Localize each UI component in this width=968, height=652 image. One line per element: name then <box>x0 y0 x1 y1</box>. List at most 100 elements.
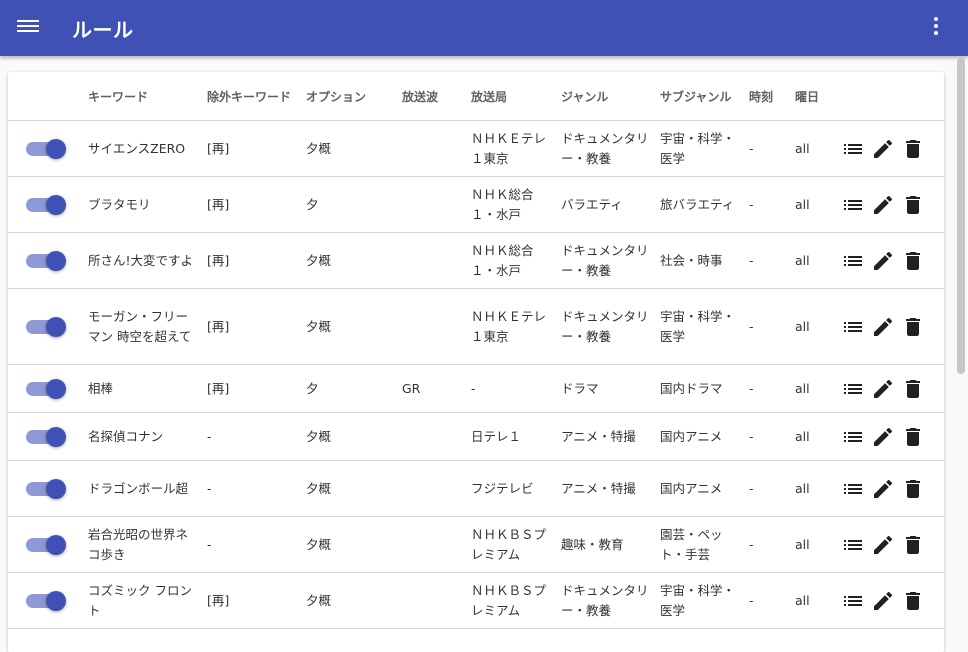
scrollbar[interactable] <box>957 58 965 374</box>
keyword-text: 相棒 <box>88 380 114 396</box>
broadcast-cell <box>402 516 471 573</box>
station-cell: ＮＨＫＥテレ１東京 <box>471 288 561 365</box>
toggle-cell <box>8 516 88 573</box>
enable-toggle[interactable] <box>26 138 66 159</box>
trash-icon[interactable] <box>901 533 925 557</box>
option-text: 夕概 <box>306 480 332 496</box>
option-cell: 夕概 <box>306 460 402 517</box>
day-cell: all <box>795 364 841 413</box>
subgenre-text: 国内アニメ <box>660 480 723 496</box>
broadcast-text: GR <box>402 380 421 396</box>
keyword-text: 名探偵コナン <box>88 428 164 444</box>
trash-icon[interactable] <box>901 249 925 273</box>
keyword-cell: 岩合光昭の世界ネコ歩き <box>88 516 207 573</box>
enable-toggle[interactable] <box>26 316 66 337</box>
keyword-cell: モーガン・フリーマン 時空を超えて <box>88 288 207 365</box>
trash-icon[interactable] <box>901 589 925 613</box>
enable-toggle[interactable] <box>26 478 66 499</box>
option-cell: 夕 <box>306 364 402 413</box>
genre-cell: アニメ・特撮 <box>561 460 660 517</box>
time-text: - <box>749 318 754 334</box>
exclude-keyword-cell: [再] <box>207 364 306 413</box>
genre-cell: ドキュメンタリー・教養 <box>561 288 660 365</box>
enable-toggle[interactable] <box>26 250 66 271</box>
genre-cell: ドキュメンタリー・教養 <box>561 120 660 177</box>
station-cell: ＮＨＫＥテレ１東京 <box>471 120 561 177</box>
col-broadcast: 放送波 <box>402 72 471 121</box>
toggle-knob <box>46 378 66 399</box>
list-icon[interactable] <box>841 193 865 217</box>
day-cell: all <box>795 572 841 629</box>
enable-toggle[interactable] <box>26 590 66 611</box>
enable-toggle[interactable] <box>26 426 66 447</box>
day-cell: all <box>795 460 841 517</box>
list-icon[interactable] <box>841 589 865 613</box>
genre-text: バラエティ <box>561 196 623 212</box>
enable-toggle[interactable] <box>26 534 66 555</box>
actions-cell <box>841 176 944 233</box>
subgenre-text: 国内アニメ <box>660 428 723 444</box>
trash-icon[interactable] <box>901 137 925 161</box>
pencil-icon[interactable] <box>871 477 895 501</box>
broadcast-cell <box>402 176 471 233</box>
time-text: - <box>749 196 754 212</box>
menu-icon[interactable] <box>17 18 39 38</box>
col-actions <box>841 72 944 121</box>
subgenre-text: 園芸・ペット・手芸 <box>660 526 723 562</box>
station-text: ＮＨＫＢＳプレミアム <box>471 582 547 618</box>
trash-icon[interactable] <box>901 425 925 449</box>
exclude-keyword-text: [再] <box>207 380 230 396</box>
trash-icon[interactable] <box>901 377 925 401</box>
col-station: 放送局 <box>471 72 561 121</box>
enable-toggle[interactable] <box>26 194 66 215</box>
toggle-cell <box>8 412 88 461</box>
list-icon[interactable] <box>841 249 865 273</box>
trash-icon[interactable] <box>901 315 925 339</box>
trash-icon[interactable] <box>901 477 925 501</box>
table-body: サイエンスZERO [再] 夕概 ＮＨＫＥテレ１東京 ドキュメンタリー・教養 宇宙・科学・… <box>8 120 944 629</box>
subgenre-cell: 国内ドラマ <box>660 364 749 413</box>
day-cell: all <box>795 516 841 573</box>
exclude-keyword-text: - <box>207 480 212 496</box>
option-cell: 夕概 <box>306 232 402 289</box>
pencil-icon[interactable] <box>871 425 895 449</box>
pencil-icon[interactable] <box>871 377 895 401</box>
day-cell: all <box>795 412 841 461</box>
pencil-icon[interactable] <box>871 249 895 273</box>
subgenre-cell: 宇宙・科学・医学 <box>660 572 749 629</box>
list-icon[interactable] <box>841 137 865 161</box>
day-text: all <box>795 380 810 396</box>
pencil-icon[interactable] <box>871 193 895 217</box>
enable-toggle[interactable] <box>26 378 66 399</box>
trash-icon[interactable] <box>901 193 925 217</box>
list-icon[interactable] <box>841 425 865 449</box>
broadcast-cell <box>402 288 471 365</box>
more-vert-icon[interactable] <box>930 17 942 39</box>
exclude-keyword-cell: [再] <box>207 572 306 629</box>
toggle-knob <box>46 138 66 159</box>
list-icon[interactable] <box>841 533 865 557</box>
list-icon[interactable] <box>841 477 865 501</box>
table-row: 岩合光昭の世界ネコ歩き - 夕概 ＮＨＫＢＳプレミアム 趣味・教育 園芸・ペット・手芸 - a… <box>8 516 944 573</box>
pencil-icon[interactable] <box>871 137 895 161</box>
list-icon[interactable] <box>841 377 865 401</box>
keyword-text: モーガン・フリーマン 時空を超えて <box>88 308 192 344</box>
station-cell: ＮＨＫ総合１・水戸 <box>471 232 561 289</box>
actions-cell <box>841 412 944 461</box>
pencil-icon[interactable] <box>871 589 895 613</box>
pencil-icon[interactable] <box>871 315 895 339</box>
toggle-cell <box>8 364 88 413</box>
subgenre-text: 社会・時事 <box>660 252 723 268</box>
time-cell: - <box>749 460 795 517</box>
actions-cell <box>841 516 944 573</box>
subgenre-text: 旅バラエティ <box>660 196 735 212</box>
time-cell: - <box>749 572 795 629</box>
time-text: - <box>749 252 754 268</box>
station-cell: フジテレビ <box>471 460 561 517</box>
actions-cell <box>841 460 944 517</box>
keyword-text: 所さん!大変ですよ <box>88 252 194 268</box>
pencil-icon[interactable] <box>871 533 895 557</box>
list-icon[interactable] <box>841 315 865 339</box>
day-text: all <box>795 480 810 496</box>
keyword-text: サイエンスZERO <box>88 140 186 156</box>
